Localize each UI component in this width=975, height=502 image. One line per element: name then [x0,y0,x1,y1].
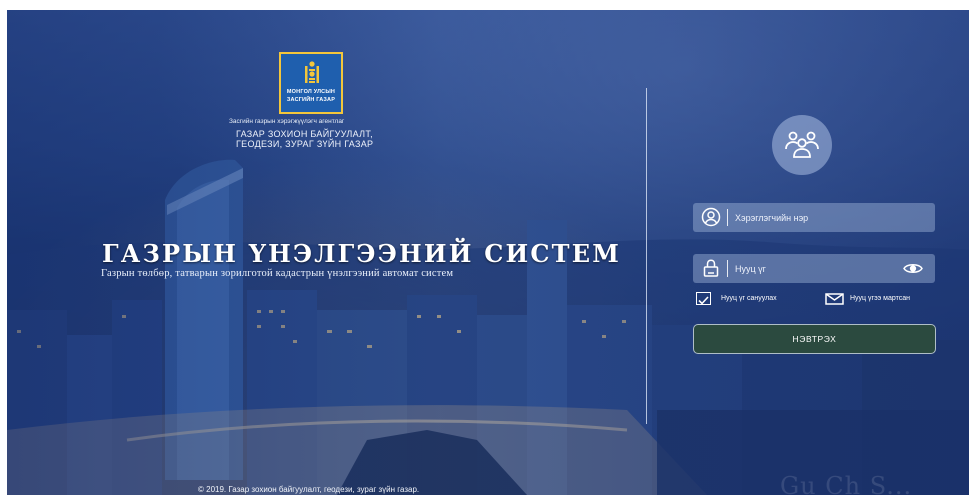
forgot-password-label: Нууц үгээ мартсан [850,295,910,302]
footer-copyright: © 2019. Газар зохион байгуулалт, геодези… [198,485,420,494]
remember-password-label: Нууц үг сануулах [721,295,777,302]
agency-name: ГАЗАР ЗОХИОН БАЙГУУЛАЛТ, ГЕОДЕЗИ, ЗУРАГ … [236,129,373,149]
password-input[interactable] [735,254,910,283]
system-title: ГАЗРЫН ҮНЭЛГЭЭНИЙ СИСТЕМ [102,239,621,268]
checkmark-icon [698,296,709,305]
password-field-container [693,254,935,283]
login-button[interactable]: НЭВТРЭХ [693,324,936,354]
agency-subtitle: Засгийн газрын хэрэгжүүлэгч агентлаг [229,118,345,125]
watermark-text: Gu Ch S... [780,472,913,500]
user-circle-icon [701,207,721,227]
page-frame: МОНГОЛ УЛСЫН ЗАСГИЙН ГАЗАР Засгийн газры… [0,0,975,502]
users-group-icon [785,131,819,158]
emblem-line-1: МОНГОЛ УЛСЫН [286,89,336,95]
vertical-divider [646,88,647,424]
username-input[interactable] [735,203,910,232]
checkbox-icon[interactable] [696,292,711,305]
agency-name-line-1: ГАЗАР ЗОХИОН БАЙГУУЛАЛТ, [236,129,373,139]
envelope-icon [825,293,844,305]
eye-icon[interactable] [903,262,923,275]
lock-icon [703,259,719,277]
emblem-line-2: ЗАСГИЙН ГАЗАР [286,97,336,103]
login-avatar [772,115,832,175]
username-separator [727,209,728,226]
password-separator [727,260,728,277]
system-subtitle: Газрын төлбөр, татварын зорилготой кадас… [101,268,454,279]
soyombo-emblem-icon [305,61,319,83]
government-emblem: МОНГОЛ УЛСЫН ЗАСГИЙН ГАЗАР [279,52,343,114]
username-field-container [693,203,935,232]
agency-name-line-2: ГЕОДЕЗИ, ЗУРАГ ЗҮЙН ГАЗАР [236,139,374,149]
